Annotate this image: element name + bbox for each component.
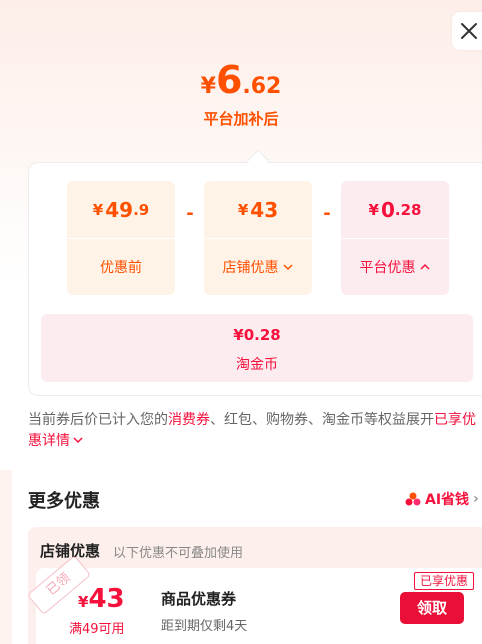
minus-sign-1: - [186, 203, 194, 224]
claim-coupon-button[interactable]: 领取 [400, 592, 464, 624]
coupon-expiry: 距到期仅剩4天 [161, 619, 248, 634]
consumption-coupon-link[interactable]: 消费券 [168, 412, 210, 428]
ai-logo-icon [405, 492, 421, 506]
store-discount-label: 店铺优惠 [222, 260, 279, 276]
chevron-down-icon [73, 437, 83, 444]
more-offers-title: 更多优惠 [28, 491, 100, 512]
chevron-right-icon: › [473, 491, 479, 507]
final-price-integer: 6 [215, 58, 243, 102]
store-offers-subtitle: 以下优惠不可叠加使用 [113, 546, 244, 561]
final-price-decimal: .62 [242, 74, 282, 99]
coupon-name: 商品优惠券 [161, 590, 237, 608]
taojinbi-value: ¥0.28 [233, 326, 281, 344]
taojinbi-label: 淘金币 [236, 357, 278, 373]
coupon-value: ¥43 [78, 584, 125, 614]
close-icon [461, 23, 477, 39]
final-price: ¥6.62 [0, 58, 482, 102]
coupon-condition: 满49可用 [69, 622, 125, 637]
chevron-down-icon [282, 264, 293, 271]
original-price-box: ¥49.9 优惠前 [67, 181, 175, 295]
final-price-currency: ¥ [200, 74, 216, 99]
platform-discount-currency: ¥ [368, 200, 379, 219]
original-price-label: 优惠前 [100, 260, 142, 276]
platform-discount-box[interactable]: ¥0.28 平台优惠 [341, 181, 449, 295]
store-discount-box[interactable]: ¥43 店铺优惠 [204, 181, 312, 295]
close-button[interactable] [452, 12, 482, 50]
platform-discount-label: 平台优惠 [359, 260, 416, 276]
platform-discount-integer: 0 [380, 197, 395, 222]
original-price-currency: ¥ [92, 200, 104, 219]
store-discount-currency: ¥ [237, 200, 249, 219]
store-discount-integer: 43 [250, 197, 279, 222]
chevron-up-icon [419, 263, 430, 270]
ai-save-money-link[interactable]: AI省钱 › [405, 489, 479, 509]
original-price-integer: 49 [105, 197, 134, 222]
original-price-decimal: .9 [133, 200, 150, 219]
platform-discount-decimal: .28 [394, 200, 422, 219]
taojinbi-discount-box: ¥0.28 淘金币 [41, 314, 473, 382]
final-price-label: 平台加补后 [203, 110, 279, 128]
minus-sign-2: - [323, 203, 331, 224]
enjoyed-discount-badge: 已享优惠 [414, 572, 475, 590]
discount-note: 当前券后价已计入您的消费券、红包、购物券、淘金币等权益展开已享优惠详情 [28, 412, 476, 449]
